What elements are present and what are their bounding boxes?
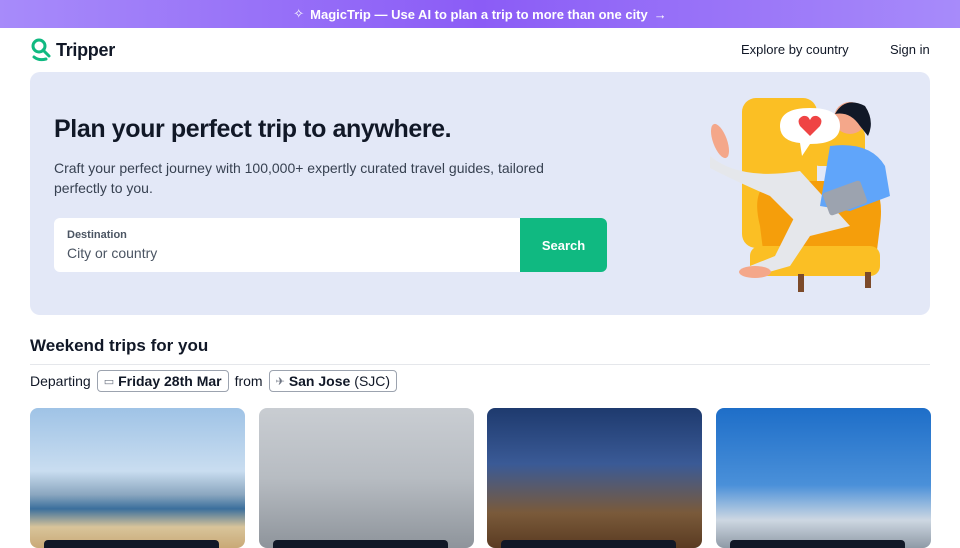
search-button[interactable]: Search	[520, 218, 607, 272]
departing-label: Departing	[30, 373, 91, 389]
explore-by-country-link[interactable]: Explore by country	[741, 42, 849, 57]
woman-in-armchair-illustration	[710, 98, 890, 292]
logo[interactable]: Tripper	[30, 37, 115, 63]
logo-text: Tripper	[56, 39, 115, 60]
destination-label: Destination	[67, 229, 127, 241]
destination-input[interactable]	[67, 244, 507, 262]
origin-code-value: (SJC)	[354, 373, 391, 389]
hero-title: Plan your perfect trip to anywhere.	[54, 115, 452, 143]
trip-card-city[interactable]	[716, 408, 931, 548]
top-nav: Tripper Explore by country Sign in	[0, 28, 960, 72]
sign-in-link[interactable]: Sign in	[890, 42, 930, 57]
banner-text: MagicTrip — Use AI to plan a trip to mor…	[310, 6, 648, 22]
calendar-icon: ▭	[103, 375, 115, 388]
trip-card-las-vegas[interactable]	[487, 408, 702, 548]
trip-card-caption	[501, 540, 676, 548]
departure-date-value: Friday 28th Mar	[118, 373, 222, 389]
trip-card-beach[interactable]	[30, 408, 245, 548]
weekend-trips-heading: Weekend trips for you	[30, 336, 209, 355]
trip-card-caption	[273, 540, 448, 548]
origin-city-value: San Jose	[288, 373, 351, 389]
trip-card-caption	[44, 540, 219, 548]
trip-card-skyline[interactable]	[259, 408, 474, 548]
departure-date-picker[interactable]: ▭ Friday 28th Mar	[96, 370, 229, 392]
tripper-logo-icon	[31, 38, 51, 62]
arrow-right-icon: →	[653, 6, 667, 22]
origin-airport-picker[interactable]: ✈ San Jose (SJC)	[268, 370, 398, 392]
magictrip-banner[interactable]: ✧ MagicTrip — Use AI to plan a trip to m…	[0, 0, 960, 28]
from-label: from	[234, 373, 263, 389]
airplane-icon: ✈	[275, 375, 285, 388]
trip-card-caption	[730, 540, 905, 548]
departure-filter-row: Departing ▭ Friday 28th Mar from ✈ San J…	[30, 370, 398, 392]
hero-panel: Plan your perfect trip to anywhere. Craf…	[30, 72, 930, 315]
sparkle-icon: ✧	[293, 6, 305, 21]
section-divider	[30, 364, 930, 365]
hero-subtitle: Craft your perfect journey with 100,000+…	[54, 160, 544, 196]
